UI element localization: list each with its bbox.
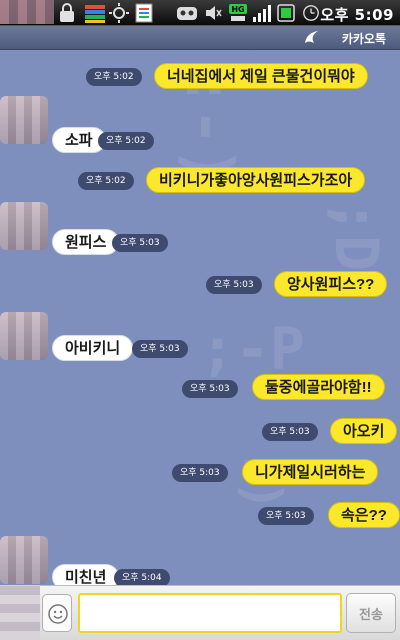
input-bar: 전송 bbox=[0, 585, 400, 640]
message-time: 오후 5:02 bbox=[78, 172, 134, 190]
mute-icon bbox=[206, 6, 222, 20]
clock-icon bbox=[303, 5, 319, 21]
hg-network-icon: HG bbox=[229, 4, 247, 21]
send-button[interactable]: 전송 bbox=[346, 593, 396, 633]
signal-icon bbox=[253, 5, 271, 22]
avatar[interactable] bbox=[0, 536, 48, 584]
avatar[interactable] bbox=[0, 202, 48, 250]
status-bar: HG 오후 5:09 bbox=[0, 0, 400, 26]
message-time: 오후 5:03 bbox=[258, 507, 314, 525]
sheet-icon bbox=[135, 3, 153, 23]
message-time: 오후 5:02 bbox=[86, 68, 142, 86]
message-time: 오후 5:03 bbox=[172, 464, 228, 482]
message-time: 오후 5:03 bbox=[132, 340, 188, 358]
message-time: 오후 5:03 bbox=[182, 380, 238, 398]
message-time: 오후 5:03 bbox=[262, 423, 318, 441]
message-input[interactable] bbox=[78, 593, 342, 633]
avatar[interactable] bbox=[0, 96, 48, 144]
sun-icon bbox=[109, 3, 129, 23]
blurred-region bbox=[0, 585, 40, 640]
background-emoticon: ;D bbox=[321, 198, 392, 272]
books-icon bbox=[85, 5, 105, 23]
app-header: 카카오톡 bbox=[0, 26, 400, 50]
message-bubble-sent[interactable]: 비키니가좋아앙사원피스가조아 bbox=[146, 167, 366, 193]
message-time: 오후 5:04 bbox=[114, 569, 170, 585]
message-bubble-sent[interactable]: 앙사원피스?? bbox=[274, 271, 388, 297]
network-type-label: HG bbox=[231, 5, 244, 14]
background-emoticon: ;-P bbox=[200, 315, 305, 383]
message-bubble-sent[interactable]: 니가제일시러하는 bbox=[242, 459, 379, 485]
game-icon bbox=[177, 7, 197, 20]
battery-card-icon bbox=[277, 4, 295, 22]
message-bubble-received[interactable]: 아비키니 bbox=[52, 335, 134, 361]
emoticon-button[interactable] bbox=[42, 594, 72, 632]
message-bubble-sent[interactable]: 아오키 bbox=[330, 418, 398, 444]
message-time: 오후 5:02 bbox=[98, 132, 154, 150]
lock-icon bbox=[60, 3, 74, 22]
status-time: 오후 5:09 bbox=[320, 6, 394, 24]
message-time: 오후 5:03 bbox=[206, 276, 262, 294]
message-bubble-sent[interactable]: 둘중에골라야함!! bbox=[252, 374, 385, 400]
blurred-notification-icon bbox=[0, 0, 54, 24]
app-brand-name: 카카오톡 bbox=[341, 32, 386, 46]
smiley-icon bbox=[48, 604, 68, 624]
message-bubble-sent[interactable]: 너네집에서 제일 큰물건이뭐야 bbox=[154, 63, 368, 89]
message-bubble-received[interactable]: 미친년 bbox=[52, 564, 120, 585]
message-bubble-received[interactable]: 원피스 bbox=[52, 229, 120, 255]
kakaotalk-logo-icon bbox=[305, 31, 318, 43]
message-time: 오후 5:03 bbox=[112, 234, 168, 252]
avatar[interactable] bbox=[0, 312, 48, 360]
chat-area[interactable]: :-) ;D ;-P :) 오후 5:02 너네집에서 제일 큰물건이뭐야 소파… bbox=[0, 50, 400, 585]
message-bubble-sent[interactable]: 속은?? bbox=[328, 502, 400, 528]
